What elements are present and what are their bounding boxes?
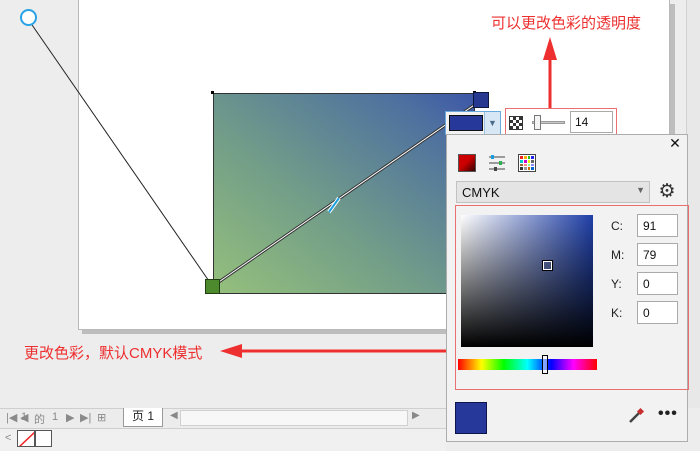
transparency-slider-thumb[interactable] — [534, 115, 541, 130]
annotation-arrowhead-left — [220, 344, 242, 358]
cyan-label: C: — [611, 219, 623, 233]
annotation-arrowhead-up — [543, 37, 557, 60]
color-mixer-icon[interactable] — [458, 154, 476, 172]
cyan-input[interactable]: 91 — [637, 214, 678, 237]
white-color-swatch[interactable] — [35, 430, 52, 447]
scroll-right-icon[interactable]: ▶ — [412, 410, 420, 421]
magenta-input[interactable]: 79 — [637, 243, 678, 266]
status-bar — [0, 428, 446, 451]
node-color-dropdown[interactable]: ▼ — [445, 111, 501, 135]
first-page-icon[interactable]: |◀ — [6, 411, 17, 424]
color-field[interactable] — [461, 215, 593, 347]
horizontal-scrollbar[interactable] — [180, 410, 408, 426]
gear-icon[interactable]: ⚙ — [657, 182, 677, 202]
transparency-input[interactable]: 14 — [570, 111, 613, 133]
status-scroll-left-icon[interactable]: < — [5, 432, 11, 444]
scroll-left-icon[interactable]: ◀ — [170, 410, 178, 421]
control-node-circle[interactable] — [20, 9, 37, 26]
color-sliders-icon[interactable] — [488, 154, 506, 172]
magenta-label: M: — [611, 248, 625, 262]
page-of-label: 的 — [34, 414, 45, 426]
page-current: 1 — [21, 411, 28, 423]
current-color-swatch — [455, 402, 487, 434]
color-field-marker[interactable] — [542, 260, 553, 271]
node-color-swatch — [449, 115, 483, 131]
next-page-icon[interactable]: ▶ — [66, 411, 74, 424]
connector-line — [29, 21, 212, 285]
page-total: 1 — [52, 411, 59, 423]
checkerboard-transparency-icon — [509, 116, 523, 130]
yellow-label: Y: — [611, 277, 622, 291]
chevron-down-icon[interactable]: ▼ — [484, 112, 500, 134]
last-page-icon[interactable]: ▶| — [80, 411, 91, 424]
more-icon[interactable]: ••• — [658, 406, 680, 422]
color-panel: ✕ CMYK ▼ ⚙ C: 91 M: 79 Y: 0 K: 0 ••• — [446, 134, 689, 442]
chevron-down-icon: ▼ — [636, 185, 645, 195]
black-input[interactable]: 0 — [637, 301, 678, 324]
tab-page-1[interactable]: 页 1 — [123, 408, 163, 427]
annotation-transparency: 可以更改色彩的透明度 — [491, 15, 642, 32]
add-page-icon[interactable]: ⊞ — [97, 411, 106, 424]
yellow-input[interactable]: 0 — [637, 272, 678, 295]
close-icon[interactable]: ✕ — [668, 136, 682, 150]
color-model-value: CMYK — [462, 185, 500, 200]
eyedropper-icon[interactable] — [627, 407, 645, 425]
no-color-swatch[interactable] — [17, 430, 35, 447]
black-label: K: — [611, 306, 623, 320]
gradient-start-node[interactable] — [205, 279, 220, 294]
annotation-color: 更改色彩，默认CMYK模式 — [24, 345, 203, 362]
hue-slider[interactable] — [458, 359, 597, 370]
gradient-end-node[interactable] — [473, 92, 489, 108]
hue-slider-thumb[interactable] — [542, 355, 548, 374]
color-model-select[interactable]: CMYK ▼ — [456, 181, 650, 203]
gradient-vector-line-inner — [212, 100, 481, 287]
color-palette-icon[interactable] — [518, 154, 536, 172]
